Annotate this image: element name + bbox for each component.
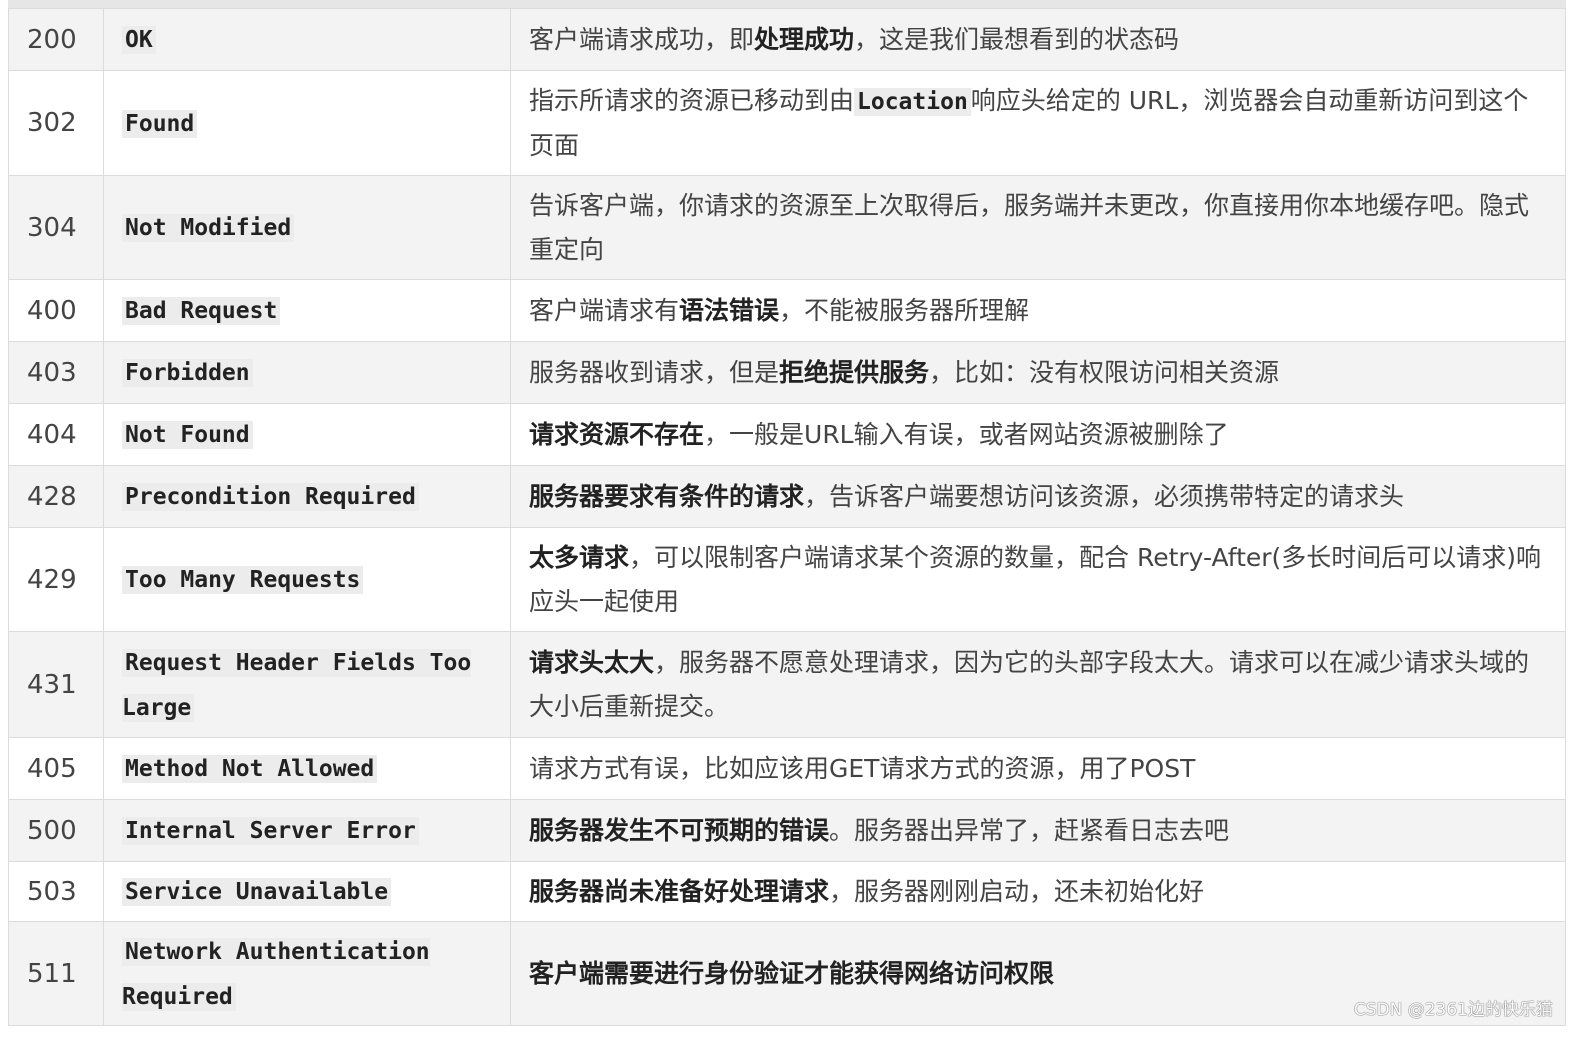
- description-bold-text: 太多请求: [529, 542, 630, 572]
- table-row: 302 Found 指示所请求的资源已移动到由 Location 响应头给定的 URL，…: [8, 70, 1566, 176]
- description-text: ，告诉客户端要想访问该资源，必须携带特定的请求头: [804, 481, 1405, 511]
- status-description: 服务器要求有条件的请求，告诉客户端要想访问该资源，必须携带特定的请求头: [510, 465, 1566, 528]
- description-bold-text: 服务器要求有条件的请求: [529, 481, 805, 511]
- status-code: 403: [8, 341, 104, 404]
- status-name-cell: Not Found: [103, 403, 511, 466]
- status-name: Found: [122, 109, 198, 138]
- status-description: 服务器收到请求，但是拒绝提供服务，比如：没有权限访问相关资源: [510, 341, 1566, 404]
- table-row: 404 Not Found 请求资源不存在，一般是URL输入有误，或者网站资源被删除…: [8, 403, 1566, 466]
- table-row: 400 Bad Request 客户端请求有语法错误，不能被服务器所理解: [8, 279, 1566, 342]
- table-row: 500 Internal Server Error 服务器发生不可预期的错误。服务器…: [8, 799, 1566, 862]
- status-name-cell: Service Unavailable: [103, 861, 511, 922]
- table-row: 405 Method Not Allowed 请求方式有误，比如应该用GET请求方式…: [8, 737, 1566, 800]
- status-name-cell: Method Not Allowed: [103, 737, 511, 800]
- description-bold-text: 服务器发生不可预期的错误: [529, 815, 830, 845]
- status-description: 太多请求，可以限制客户端请求某个资源的数量，配合 Retry-After(多长时…: [510, 527, 1566, 632]
- table-row: 431 Request Header Fields Too Large 请求头太大，…: [8, 631, 1566, 738]
- description-text: 请求方式有误，比如应该用GET请求方式的资源，用了POST: [529, 753, 1196, 783]
- description-bold-text: 客户端需要进行身份验证才能获得网络访问权限: [529, 958, 1055, 988]
- table-row: 511 Network Authentication Required 客户端需要进…: [8, 921, 1566, 1026]
- status-code: 400: [8, 279, 104, 342]
- status-name-cell: Network Authentication Required: [103, 921, 511, 1026]
- description-bold-text: 服务器尚未准备好处理请求: [529, 876, 830, 906]
- status-name: Internal Server Error: [122, 817, 419, 845]
- status-description: 客户端请求有语法错误，不能被服务器所理解: [510, 279, 1566, 342]
- status-name: Forbidden: [122, 359, 253, 387]
- status-name: Request Header Fields Too Large: [122, 648, 472, 722]
- status-description: 服务器尚未准备好处理请求，服务器刚刚启动，还未初始化好: [510, 861, 1566, 922]
- status-code: 405: [8, 737, 104, 800]
- description-bold-text: 处理成功: [754, 24, 855, 54]
- description-text: 服务器收到请求，但是: [529, 357, 780, 387]
- description-bold-text: 语法错误: [679, 295, 780, 325]
- status-name: Precondition Required: [122, 483, 419, 511]
- status-name-cell: OK: [103, 8, 511, 71]
- status-code: 304: [8, 175, 104, 280]
- description-text: Location: [854, 87, 971, 116]
- table-row: 428 Precondition Required 服务器要求有条件的请求，告诉客户…: [8, 465, 1566, 528]
- table-row: 429 Too Many Requests 太多请求，可以限制客户端请求某个资源的数…: [8, 527, 1566, 632]
- status-description: 请求资源不存在，一般是URL输入有误，或者网站资源被删除了: [510, 403, 1566, 466]
- description-text: ，服务器刚刚启动，还未初始化好: [829, 876, 1205, 906]
- status-description: 请求方式有误，比如应该用GET请求方式的资源，用了POST: [510, 737, 1566, 800]
- status-name: Not Found: [122, 421, 253, 449]
- status-name: Service Unavailable: [122, 878, 392, 906]
- description-text: 指示所请求的资源已移动到由: [529, 85, 855, 115]
- description-text: 告诉客户端，你请求的资源至上次取得后，服务端并未更改，你直接用你本地缓存吧。隐式…: [529, 190, 1530, 264]
- http-status-table: 200 OK 客户端请求成功，即处理成功，这是我们最想看到的状态码 302 Found 指…: [8, 8, 1566, 1026]
- description-text: ，比如：没有权限访问相关资源: [929, 357, 1280, 387]
- status-name: Too Many Requests: [122, 566, 364, 594]
- table-row: 200 OK 客户端请求成功，即处理成功，这是我们最想看到的状态码: [8, 8, 1566, 71]
- status-name: Bad Request: [122, 297, 281, 325]
- status-code: 429: [8, 527, 104, 632]
- status-name-cell: Found: [103, 70, 511, 176]
- status-name-cell: Forbidden: [103, 341, 511, 404]
- watermark: CSDN @2361边的快乐猫: [1353, 1000, 1553, 1020]
- status-code: 503: [8, 861, 104, 922]
- description-bold-text: 请求头太大: [529, 647, 655, 677]
- status-code: 428: [8, 465, 104, 528]
- table-row: 403 Forbidden 服务器收到请求，但是拒绝提供服务，比如：没有权限访问相关…: [8, 341, 1566, 404]
- status-code: 511: [8, 921, 104, 1026]
- description-bold-text: 请求资源不存在: [529, 419, 705, 449]
- status-name: Method Not Allowed: [122, 755, 378, 783]
- description-text: ，可以限制客户端请求某个资源的数量，配合 Retry-After(多长时间后可以…: [529, 542, 1542, 616]
- status-name-cell: Bad Request: [103, 279, 511, 342]
- description-bold-text: 拒绝提供服务: [779, 357, 930, 387]
- description-text: ，不能被服务器所理解: [779, 295, 1030, 325]
- description-text: 客户端请求成功，即: [529, 24, 755, 54]
- status-code: 200: [8, 8, 104, 71]
- status-name-cell: Internal Server Error: [103, 799, 511, 862]
- status-description: 服务器发生不可预期的错误。服务器出异常了，赶紧看日志去吧: [510, 799, 1566, 862]
- status-code: 431: [8, 631, 104, 738]
- status-name-cell: Too Many Requests: [103, 527, 511, 632]
- description-text: 。服务器出异常了，赶紧看日志去吧: [829, 815, 1230, 845]
- status-description: 告诉客户端，你请求的资源至上次取得后，服务端并未更改，你直接用你本地缓存吧。隐式…: [510, 175, 1566, 280]
- table-row: 503 Service Unavailable 服务器尚未准备好处理请求，服务器刚刚…: [8, 861, 1566, 922]
- description-text: ，一般是URL输入有误，或者网站资源被删除了: [704, 419, 1229, 449]
- status-description: 指示所请求的资源已移动到由 Location 响应头给定的 URL，浏览器会自动重新…: [510, 70, 1566, 176]
- status-name-cell: Not Modified: [103, 175, 511, 280]
- status-description: 请求头太大，服务器不愿意处理请求，因为它的头部字段太大。请求可以在减少请求头域的…: [510, 631, 1566, 738]
- table-row: 304 Not Modified 告诉客户端，你请求的资源至上次取得后，服务端并未更…: [8, 175, 1566, 280]
- status-code: 302: [8, 70, 104, 176]
- status-name: OK: [122, 26, 156, 54]
- status-name-cell: Precondition Required: [103, 465, 511, 528]
- description-text: 客户端请求有: [529, 295, 680, 325]
- status-description: 客户端请求成功，即处理成功，这是我们最想看到的状态码: [510, 8, 1566, 71]
- status-code: 404: [8, 403, 104, 466]
- description-text: ，服务器不愿意处理请求，因为它的头部字段太大。请求可以在减少请求头域的大小后重新…: [529, 647, 1530, 721]
- status-name-cell: Request Header Fields Too Large: [103, 631, 511, 738]
- description-text: ，这是我们最想看到的状态码: [854, 24, 1180, 54]
- status-name: Network Authentication Required: [122, 937, 430, 1011]
- status-code: 500: [8, 799, 104, 862]
- status-name: Not Modified: [122, 214, 295, 242]
